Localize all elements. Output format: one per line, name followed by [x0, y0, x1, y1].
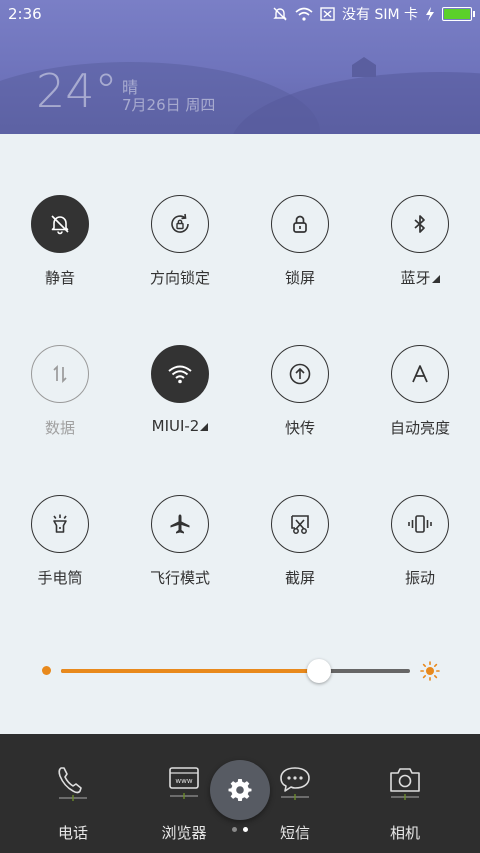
- status-bar: 2:36 没有 SIM 卡: [0, 0, 480, 28]
- dock-label: 浏览器: [161, 824, 207, 842]
- tile-label: MIUI-2: [152, 417, 209, 435]
- svg-text:www: www: [175, 777, 192, 785]
- no-sim-status-icon: [320, 7, 335, 21]
- tile-label: 自动亮度: [389, 419, 450, 437]
- message-icon: [280, 767, 310, 800]
- brightness-slider[interactable]: [61, 659, 410, 683]
- brightness-min-icon: [42, 666, 51, 675]
- tile-label-text: 蓝牙: [400, 269, 431, 287]
- upload-icon: [289, 363, 311, 385]
- page-dot: [232, 827, 237, 832]
- lock-icon: [293, 215, 307, 233]
- tile-label-text: MIUI-2: [151, 417, 200, 435]
- tile-circle[interactable]: [391, 495, 449, 553]
- tile-circle[interactable]: [151, 495, 209, 553]
- browser-icon: www: [169, 767, 199, 799]
- tile-vibrate[interactable]: 振动: [360, 495, 480, 588]
- status-time: 2:36: [8, 5, 42, 23]
- expand-caret-icon: [431, 275, 440, 283]
- bell-off-icon: [51, 215, 69, 235]
- tile-auto-brightness[interactable]: 自动亮度: [360, 345, 480, 438]
- tile-quick-transfer[interactable]: 快传: [240, 345, 360, 438]
- tile-wifi[interactable]: MIUI-2: [120, 345, 240, 435]
- airplane-icon: [170, 514, 190, 534]
- tile-label: 振动: [404, 569, 435, 587]
- tile-label: 静音: [44, 269, 75, 287]
- tile-circle[interactable]: [151, 195, 209, 253]
- settings-button[interactable]: [210, 760, 270, 820]
- tile-label: 截屏: [284, 569, 315, 587]
- tile-circle[interactable]: [391, 195, 449, 253]
- screenshot-icon: [291, 515, 309, 534]
- tile-circle[interactable]: [31, 345, 89, 403]
- camera-icon: [390, 768, 420, 800]
- tile-label: 数据: [44, 419, 75, 437]
- bell-off-status-icon: [273, 7, 287, 21]
- brightness-slider-thumb[interactable]: [307, 659, 332, 683]
- tile-label: 锁屏: [284, 269, 315, 287]
- tile-circle[interactable]: [391, 345, 449, 403]
- weather-date: 7月26日 周四: [122, 96, 216, 114]
- tile-circle[interactable]: [151, 345, 209, 403]
- tile-label: 蓝牙: [400, 267, 440, 288]
- sun-icon: [420, 661, 440, 681]
- phone-icon: [58, 767, 87, 801]
- dock-label: 相机: [389, 824, 420, 842]
- page-dot-active: [243, 827, 248, 832]
- tile-circle[interactable]: [271, 345, 329, 403]
- tile-silent[interactable]: 静音: [0, 195, 120, 288]
- weather-temperature: 24°: [36, 64, 118, 118]
- carrier-text: 没有 SIM 卡: [342, 7, 418, 23]
- auto-brightness-icon: [412, 365, 428, 383]
- tile-flashlight[interactable]: 手电筒: [0, 495, 120, 588]
- rotation-lock-icon: [171, 213, 189, 233]
- tile-label: 方向锁定: [149, 269, 210, 287]
- dock-label: 短信: [279, 824, 310, 842]
- tile-circle[interactable]: [31, 195, 89, 253]
- tile-airplane-mode[interactable]: 飞行模式: [120, 495, 240, 588]
- battery-fill: [444, 9, 470, 19]
- brightness-slider-fill: [61, 669, 320, 673]
- dock-label: 电话: [57, 824, 88, 842]
- tile-screenshot[interactable]: 截屏: [240, 495, 360, 588]
- wallpaper: 2:36 没有 SIM 卡 24° 晴 7月26日 周四: [0, 0, 480, 140]
- tile-label: 手电筒: [37, 569, 83, 587]
- dock-app-phone[interactable]: 电话: [13, 762, 133, 843]
- tile-mobile-data[interactable]: 数据: [0, 345, 120, 438]
- quick-settings-panel: 静音 方向锁定 锁屏 蓝牙 数据 MIUI-2 快传 自动亮度 手电筒 飞行模式…: [0, 134, 480, 734]
- tile-label: 飞行模式: [149, 569, 210, 587]
- vibrate-icon: [408, 515, 432, 533]
- charging-bolt-icon: [426, 7, 434, 21]
- tile-circle[interactable]: [31, 495, 89, 553]
- wallpaper-hill: [230, 72, 480, 140]
- mobile-data-icon: [53, 364, 67, 384]
- tile-lock-screen[interactable]: 锁屏: [240, 195, 360, 288]
- tile-circle[interactable]: [271, 195, 329, 253]
- battery-icon: [442, 7, 475, 21]
- house-silhouette-icon: [352, 57, 376, 77]
- expand-caret-icon: [200, 423, 209, 431]
- status-icons: 没有 SIM 卡: [272, 4, 475, 24]
- tile-circle[interactable]: [271, 495, 329, 553]
- dock-app-camera[interactable]: 相机: [345, 762, 465, 843]
- wifi-icon: [168, 365, 192, 384]
- tile-bluetooth[interactable]: 蓝牙: [360, 195, 480, 288]
- flashlight-icon: [53, 514, 67, 533]
- tile-label: 快传: [284, 419, 315, 437]
- gear-icon: [228, 779, 252, 801]
- wifi-status-icon: [295, 7, 313, 21]
- tile-rotation-lock[interactable]: 方向锁定: [120, 195, 240, 288]
- page-indicator: [232, 827, 248, 832]
- bluetooth-icon: [414, 215, 425, 233]
